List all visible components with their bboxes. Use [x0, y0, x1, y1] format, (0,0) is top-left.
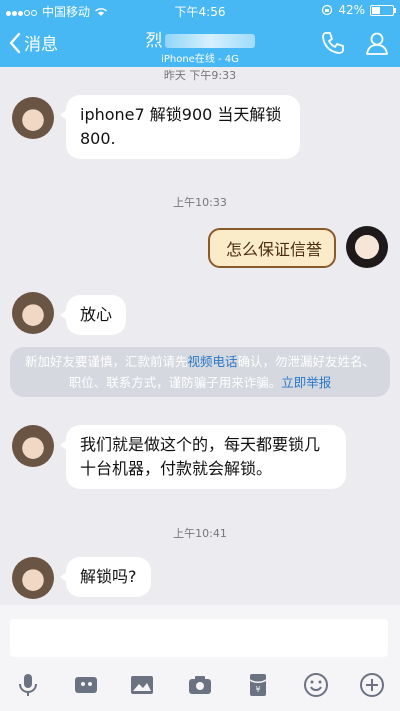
- plus-icon[interactable]: [356, 669, 388, 701]
- battery-icon: [370, 4, 396, 16]
- message-bubble[interactable]: 解锁吗?: [60, 557, 151, 597]
- timestamp: 上午10:41: [173, 527, 227, 540]
- contact-name-text: 烈: [145, 31, 163, 51]
- contact-avatar[interactable]: [12, 425, 54, 467]
- microphone-icon[interactable]: [12, 669, 44, 701]
- contact-avatar[interactable]: [12, 292, 54, 334]
- camera-icon[interactable]: [184, 669, 216, 701]
- svg-text:¥: ¥: [255, 685, 260, 694]
- timestamp: 上午10:33: [173, 196, 227, 209]
- notice-text: 新加好友要谨慎，汇款前请先: [24, 354, 188, 369]
- battery-label: 42%: [338, 3, 365, 17]
- my-avatar[interactable]: [346, 226, 388, 268]
- message-bubble[interactable]: 放心: [59, 295, 127, 335]
- rotation-lock-icon: [322, 4, 333, 16]
- video-icon[interactable]: [70, 669, 102, 701]
- nav-actions: [320, 30, 390, 56]
- message-bubble[interactable]: iphone7 解锁900 当天解锁800.: [60, 95, 300, 159]
- timestamp: 昨天 下午9:33: [163, 69, 237, 82]
- report-link[interactable]: 立即举报: [281, 375, 331, 390]
- status-right: 42%: [321, 3, 396, 17]
- nav-bar: 消息 烈 iPhone在线 - 4G: [0, 20, 400, 67]
- profile-icon[interactable]: [364, 30, 390, 56]
- video-call-link[interactable]: 视频电话: [187, 354, 237, 369]
- chat-area[interactable]: 昨天 下午9:33 iphone7 解锁900 当天解锁800. 上午10:33…: [0, 67, 400, 605]
- contact-avatar[interactable]: [12, 97, 54, 139]
- message-bubble[interactable]: 我们就是做这个的，每天都要锁几十台机器，付款就会解锁。: [60, 425, 346, 489]
- phone-icon[interactable]: [320, 30, 346, 56]
- emoji-icon[interactable]: [300, 669, 332, 701]
- red-packet-icon[interactable]: ¥: [242, 669, 274, 701]
- input-toolbar: ¥: [0, 669, 400, 709]
- input-bar: ¥: [0, 605, 400, 711]
- safety-notice: 新加好友要谨慎，汇款前请先视频电话确认，勿泄漏好友姓名、职位、联系方式，谨防骗子…: [10, 347, 390, 397]
- image-icon[interactable]: [126, 669, 158, 701]
- contact-avatar[interactable]: [12, 557, 54, 599]
- contact-name-redacted: [164, 34, 255, 48]
- sticker-message[interactable]: 怎么保证信誉: [208, 228, 337, 268]
- message-input[interactable]: [10, 619, 388, 657]
- status-bar: 中国移动 下午4:56 42%: [0, 0, 400, 20]
